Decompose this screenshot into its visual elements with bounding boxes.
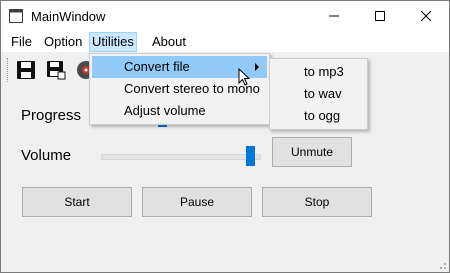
menu-about[interactable]: About — [150, 33, 188, 51]
toolbar-grip[interactable] — [7, 58, 10, 82]
maximize-button[interactable] — [357, 1, 403, 31]
unmute-button[interactable]: Unmute — [272, 137, 352, 167]
submenu-item-label: to ogg — [304, 108, 341, 123]
volume-slider[interactable] — [101, 154, 261, 160]
menu-item-adjust-volume[interactable]: Adjust volume — [92, 100, 267, 122]
progress-label: Progress — [21, 107, 82, 124]
title-bar: MainWindow — [1, 1, 449, 31]
convert-submenu: to mp3 to wav to ogg — [269, 58, 368, 130]
utilities-menu: Convert file Convert stereo to mono Adju… — [89, 53, 270, 125]
window-title: MainWindow — [31, 9, 106, 24]
menu-bar: File Option Utilities About — [1, 31, 449, 52]
menu-item-label: Convert file — [124, 59, 190, 74]
menu-utilities[interactable]: Utilities — [89, 32, 137, 52]
minimize-icon — [329, 15, 339, 17]
save-as-icon[interactable] — [45, 59, 67, 81]
close-icon — [421, 11, 431, 21]
pause-button[interactable]: Pause — [142, 187, 252, 217]
menu-file[interactable]: File — [9, 33, 34, 51]
submenu-item-label: to wav — [304, 86, 342, 101]
save-icon[interactable] — [15, 59, 37, 81]
volume-slider-handle[interactable] — [246, 146, 255, 166]
close-button[interactable] — [403, 1, 449, 31]
submenu-item-to-mp3[interactable]: to mp3 — [272, 61, 365, 83]
main-window: MainWindow File Option Utilities About P… — [0, 0, 450, 273]
submenu-item-label: to mp3 — [304, 64, 344, 79]
menu-option[interactable]: Option — [42, 33, 84, 51]
submenu-arrow-icon — [255, 63, 259, 71]
minimize-button[interactable] — [311, 1, 357, 31]
menu-item-label: Adjust volume — [124, 103, 206, 118]
resize-grip-icon[interactable] — [437, 260, 447, 270]
submenu-item-to-ogg[interactable]: to ogg — [272, 105, 365, 127]
app-icon — [9, 9, 23, 23]
submenu-item-to-wav[interactable]: to wav — [272, 83, 365, 105]
mouse-cursor-icon — [238, 68, 251, 86]
volume-label: Volume — [21, 147, 72, 164]
stop-button[interactable]: Stop — [262, 187, 372, 217]
maximize-icon — [375, 11, 385, 21]
start-button[interactable]: Start — [22, 187, 132, 217]
